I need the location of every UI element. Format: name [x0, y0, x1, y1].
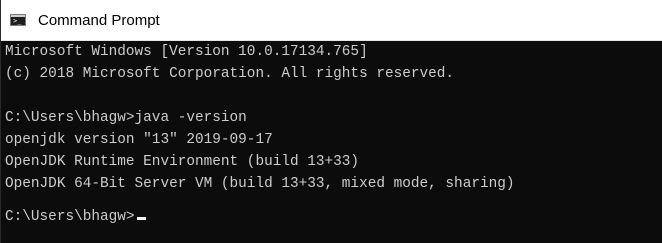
window-title: Command Prompt	[38, 12, 160, 29]
console-line: (c) 2018 Microsoft Corporation. All righ…	[5, 66, 455, 82]
console-line: OpenJDK 64-Bit Server VM (build 13+33, m…	[5, 176, 515, 192]
console-line: openjdk version "13" 2019-09-17	[5, 132, 273, 148]
console-line: OpenJDK Runtime Environment (build 13+33…	[5, 154, 360, 170]
console-line: Microsoft Windows [Version 10.0.17134.76…	[5, 44, 368, 60]
text-cursor	[136, 217, 146, 220]
command-prompt-window: >_ Command Prompt Microsoft Windows [Ver…	[0, 0, 662, 243]
title-bar[interactable]: >_ Command Prompt	[1, 0, 662, 41]
console-line: C:\Users\bhagw>java -version	[5, 110, 247, 126]
prompt-glyph: >_	[13, 17, 22, 25]
console-icon[interactable]: >_	[10, 14, 26, 26]
scrollbar[interactable]	[656, 41, 662, 243]
console-output[interactable]: Microsoft Windows [Version 10.0.17134.76…	[5, 41, 655, 243]
prompt-line[interactable]: C:\Users\bhagw>	[5, 206, 146, 228]
prompt-text: C:\Users\bhagw>	[5, 209, 135, 225]
